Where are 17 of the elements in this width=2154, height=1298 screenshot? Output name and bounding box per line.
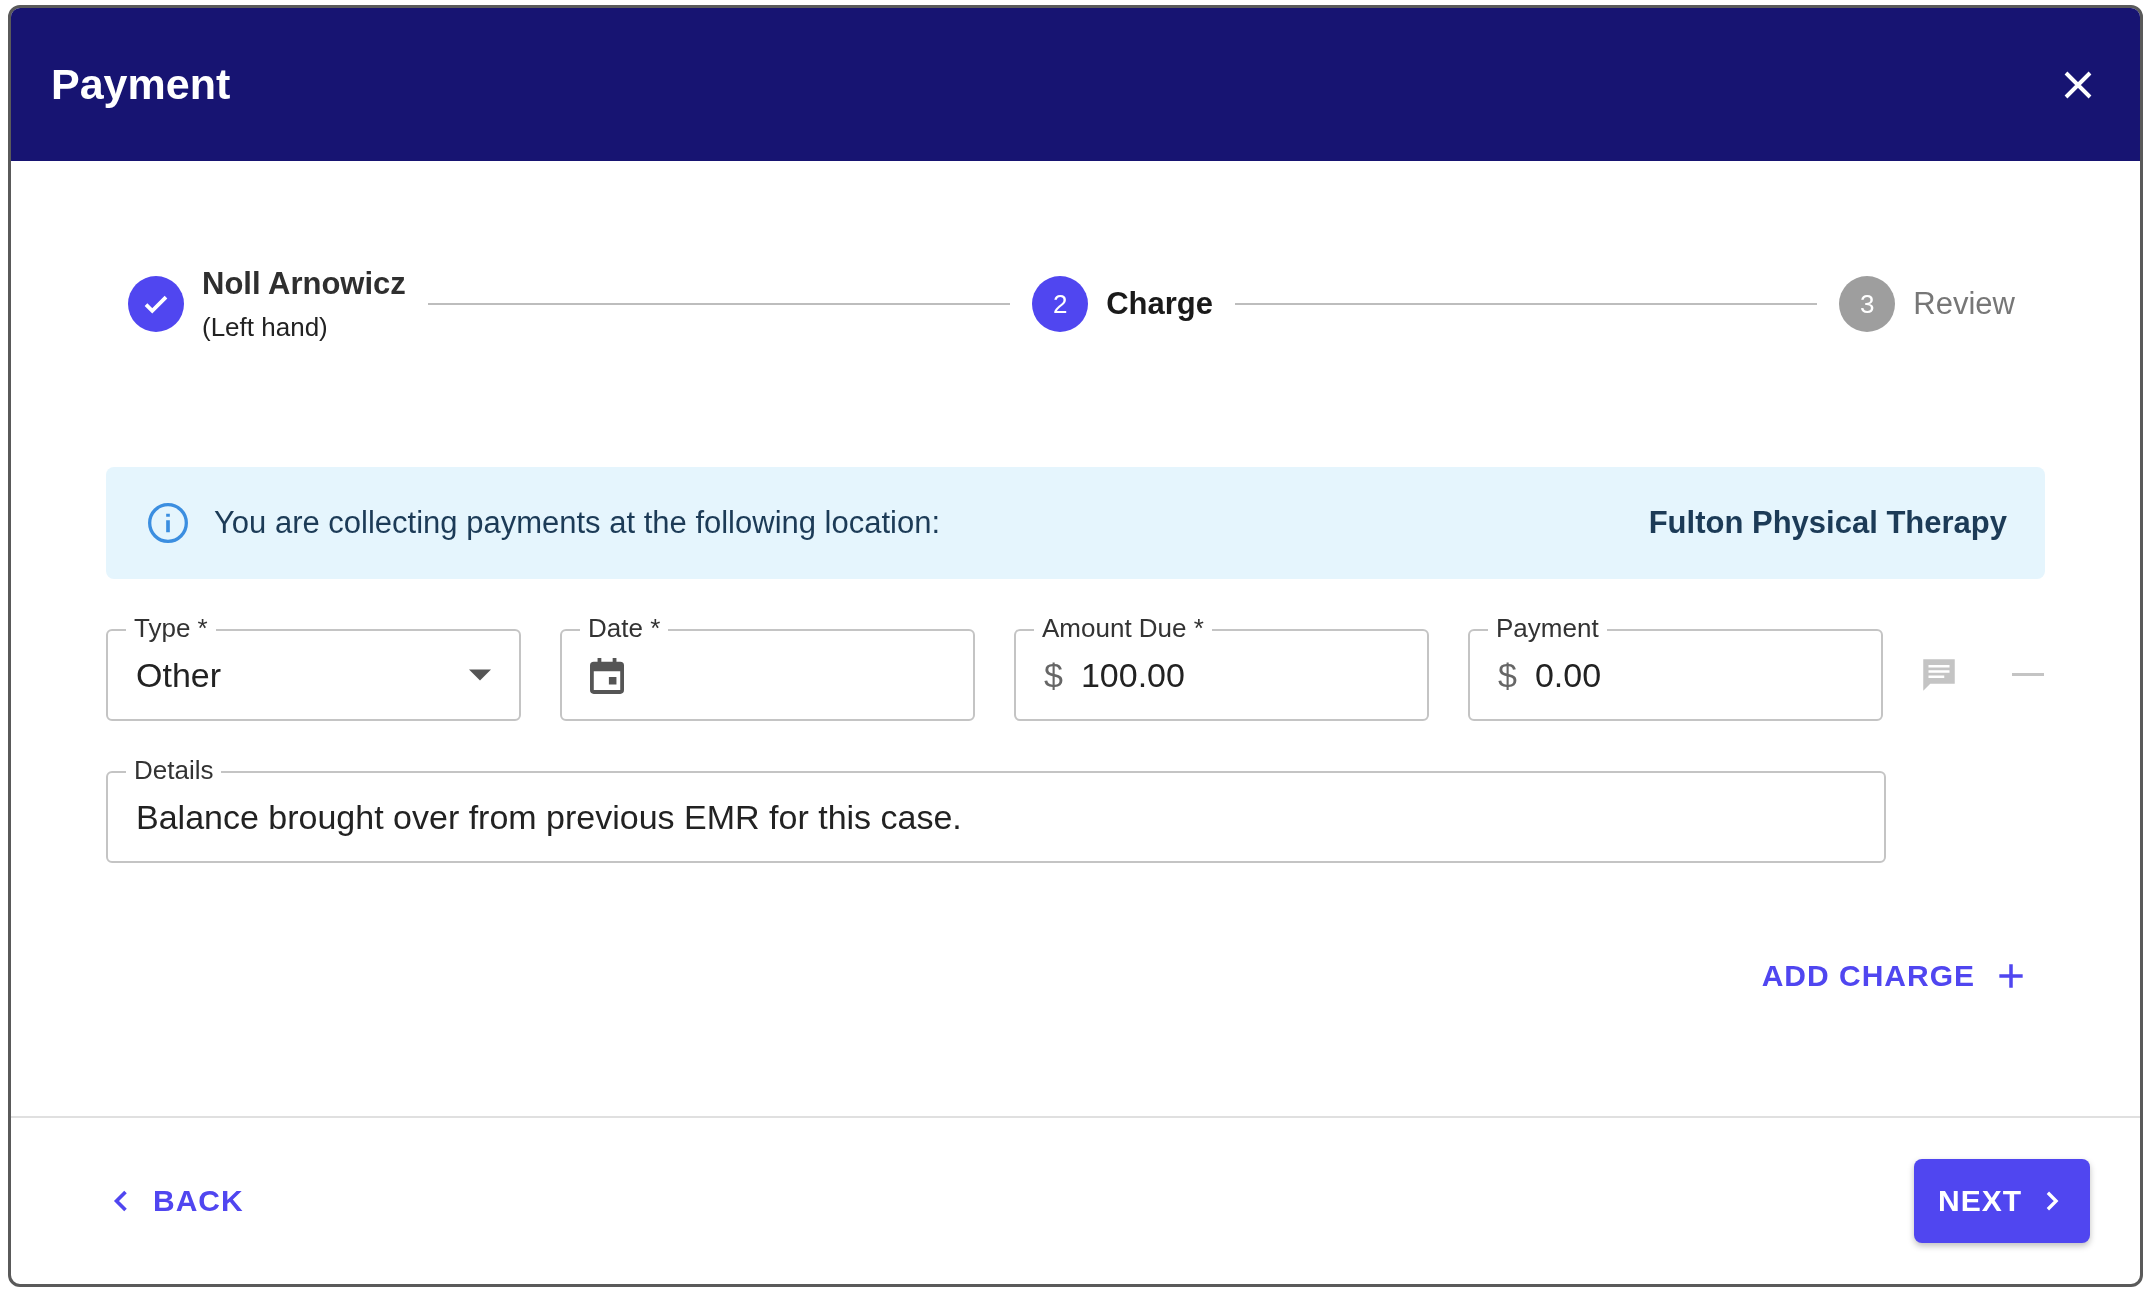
step-number: 2 — [1032, 276, 1089, 332]
add-charge-button[interactable]: ADD CHARGE — [1761, 953, 2025, 999]
calendar-icon — [590, 656, 624, 694]
step-label: Charge — [1106, 286, 1213, 322]
dropdown-caret-icon — [469, 669, 491, 681]
info-icon — [146, 501, 190, 545]
step-label: Review — [1913, 286, 2015, 322]
location-name: Fulton Physical Therapy — [1648, 505, 2007, 541]
step-sublabel: (Left hand) — [202, 311, 329, 343]
plus-icon — [1997, 962, 2025, 990]
back-button[interactable]: BACK — [111, 1178, 244, 1224]
dialog-title: Payment — [51, 60, 231, 109]
next-button[interactable]: NEXT — [1914, 1159, 2090, 1243]
chevron-right-icon — [2044, 1190, 2060, 1212]
step-label: Noll Arnowicz — [202, 265, 406, 302]
step-number: 3 — [1839, 276, 1896, 332]
info-message: You are collecting payments at the following location: — [214, 505, 942, 541]
